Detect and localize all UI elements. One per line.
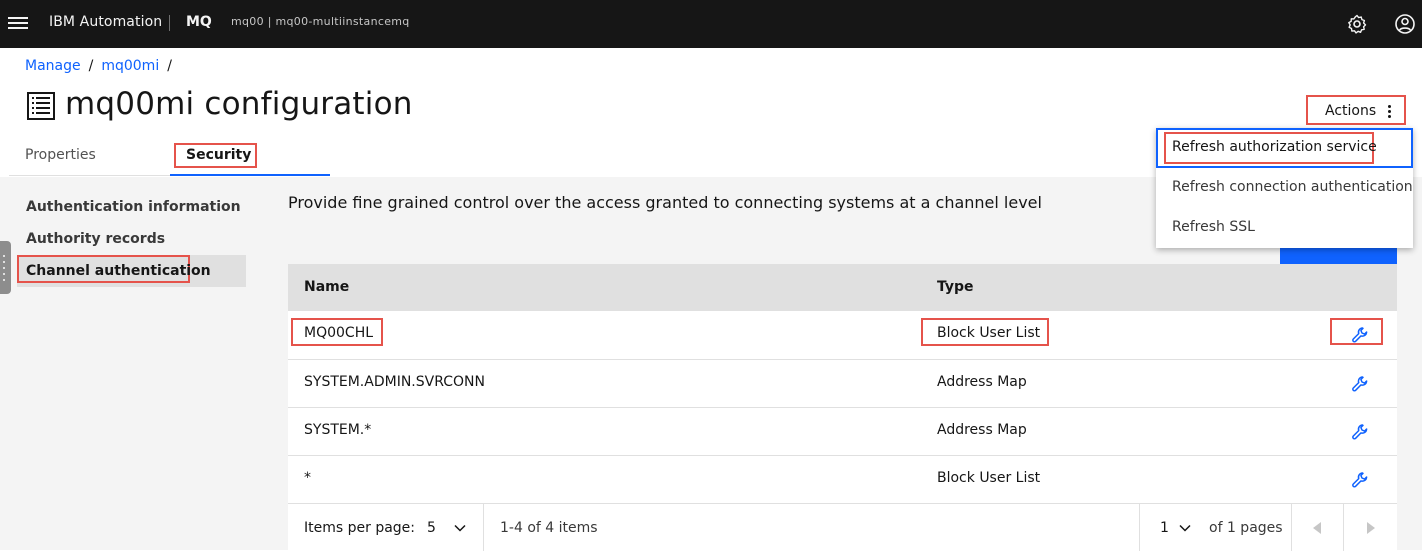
breadcrumb-separator: /	[167, 58, 172, 74]
side-panel-handle[interactable]	[0, 241, 11, 294]
previous-page-icon[interactable]	[1311, 521, 1323, 535]
divider	[483, 504, 484, 551]
breadcrumb-mq00mi[interactable]: mq00mi	[101, 58, 159, 74]
hamburger-menu-icon[interactable]	[8, 14, 28, 34]
top-bar: IBM Automation MQ mq00 | mq00-multiinsta…	[0, 0, 1422, 48]
cell-type: Block User List	[937, 470, 1041, 486]
tab-properties-label: Properties	[25, 147, 96, 163]
wrench-icon[interactable]	[1351, 471, 1369, 489]
user-avatar-icon[interactable]	[1393, 12, 1417, 36]
nav-item-authentication-information[interactable]: Authentication information	[17, 191, 246, 223]
page-size-select[interactable]: 5	[427, 520, 436, 536]
nav-item-label: Authority records	[26, 231, 166, 247]
tab-list: Properties Security	[9, 136, 330, 176]
pagination: Items per page: 5 1-4 of 4 items 1 of 1 …	[288, 503, 1397, 551]
menu-item-refresh-connection-authentication[interactable]: Refresh connection authentication	[1156, 168, 1413, 208]
item-range-text: 1-4 of 4 items	[500, 520, 598, 536]
column-header-name[interactable]: Name	[304, 279, 349, 295]
next-page-icon[interactable]	[1365, 521, 1377, 535]
actions-button[interactable]: Actions	[1306, 95, 1406, 125]
wrench-icon[interactable]	[1351, 423, 1369, 441]
page-select[interactable]: 1	[1160, 520, 1169, 536]
menu-item-label: Refresh connection authentication	[1172, 179, 1413, 195]
nav-item-label: Channel authentication	[26, 263, 211, 279]
divider	[1139, 504, 1140, 551]
cell-name: MQ00CHL	[304, 325, 374, 341]
product-name: MQ	[186, 14, 212, 30]
menu-item-label: Refresh SSL	[1172, 219, 1255, 235]
items-per-page-label: Items per page:	[304, 520, 416, 536]
actions-menu: Refresh authorization service Refresh co…	[1156, 128, 1413, 248]
instance-name: mq00 | mq00-multiinstancemq	[231, 15, 410, 28]
cell-type: Block User List	[937, 325, 1041, 341]
wrench-icon[interactable]	[1351, 375, 1369, 393]
cell-type: Address Map	[937, 422, 1027, 438]
actions-button-label: Actions	[1325, 103, 1377, 119]
breadcrumb-separator: /	[88, 58, 94, 74]
cell-name: SYSTEM.*	[304, 422, 372, 438]
wrench-icon[interactable]	[1351, 326, 1369, 344]
divider	[1291, 504, 1292, 551]
column-header-type[interactable]: Type	[937, 279, 974, 295]
tab-security-label: Security	[186, 147, 252, 163]
menu-item-refresh-ssl[interactable]: Refresh SSL	[1156, 208, 1413, 248]
chevron-down-icon[interactable]	[1179, 524, 1191, 532]
breadcrumb: Manage / mq00mi /	[25, 58, 180, 74]
table-header: Name Type	[288, 264, 1397, 311]
menu-item-refresh-authorization-service[interactable]: Refresh authorization service	[1156, 128, 1413, 168]
table-row[interactable]: SYSTEM.* Address Map	[288, 407, 1397, 455]
nav-item-authority-records[interactable]: Authority records	[17, 223, 246, 255]
menu-item-label: Refresh authorization service	[1172, 139, 1377, 155]
chevron-down-icon[interactable]	[454, 524, 466, 532]
table-row[interactable]: SYSTEM.ADMIN.SVRCONN Address Map	[288, 359, 1397, 407]
nav-item-label: Authentication information	[26, 199, 241, 215]
page-title: mq00mi configuration	[65, 86, 413, 122]
nav-item-channel-authentication[interactable]: Channel authentication	[17, 255, 246, 287]
gear-icon[interactable]	[1345, 12, 1369, 36]
overflow-menu-icon	[1388, 105, 1392, 120]
table-row[interactable]: MQ00CHL Block User List	[288, 311, 1397, 359]
brand-name[interactable]: IBM Automation	[49, 14, 162, 30]
cell-name: SYSTEM.ADMIN.SVRCONN	[304, 374, 485, 390]
tab-security[interactable]: Security	[170, 136, 330, 176]
tab-properties[interactable]: Properties	[9, 136, 170, 176]
table-row[interactable]: * Block User List	[288, 455, 1397, 503]
document-icon	[27, 92, 55, 120]
cell-name: *	[304, 470, 311, 486]
total-pages-text: of 1 pages	[1209, 520, 1283, 536]
cell-type: Address Map	[937, 374, 1027, 390]
breadcrumb-manage[interactable]: Manage	[25, 58, 81, 74]
section-description: Provide fine grained control over the ac…	[288, 193, 1042, 212]
divider	[1343, 504, 1344, 551]
brand-divider	[169, 15, 170, 31]
